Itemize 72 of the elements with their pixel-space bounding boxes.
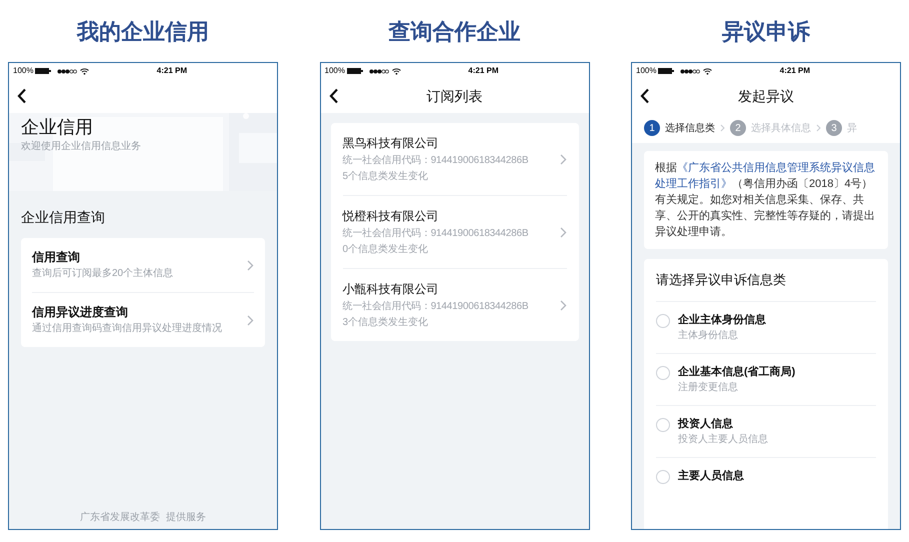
option-description: 注册变更信息 [678,380,739,394]
battery-percent: 100% [324,65,345,77]
battery-percent: 100% [636,65,656,77]
option-row[interactable]: 主要人员信息 [656,456,876,494]
option-description: 主体身份信息 [678,328,739,342]
battery-percent: 100% [13,65,34,77]
step-chevron-icon [720,124,725,132]
option-title: 投资人信息 [678,416,734,432]
menu-item-title: 信用异议进度查询 [32,304,129,321]
step-number: 3 [826,120,842,136]
signal-icon [57,68,78,74]
radio-button[interactable] [656,366,670,380]
credit-code: 统一社会信用代码：91441900618344286B [342,300,530,314]
section-title: 企业信用查询 [20,208,106,227]
wifi-icon [80,68,90,74]
credit-code: 统一社会信用代码：91441900618344286B [342,226,530,241]
battery-icon [35,68,52,74]
option-title: 企业基本信息(省工商局) [678,364,796,380]
change-count: 0个信息类发生变化 [342,242,430,257]
panel-heading: 我的企业信用 [77,18,209,46]
change-count: 5个信息类发生变化 [342,170,430,184]
radio-button[interactable] [656,470,670,484]
step-number: 1 [644,120,660,136]
panel-heading: 查询合作企业 [388,18,520,46]
chevron-right-icon [560,226,566,238]
step-label: 选择具体信息 [751,122,811,136]
option-row[interactable]: 企业基本信息(省工商局) 注册变更信息 [656,352,876,404]
chevron-right-icon [247,260,254,270]
step-chevron-icon [816,124,821,132]
status-time: 4:21 PM [468,65,498,77]
radio-button[interactable] [656,314,670,328]
company-name: 悦橙科技有限公司 [342,208,440,225]
change-count: 3个信息类发生变化 [342,316,430,330]
option-row[interactable]: 企业主体身份信息 主体身份信息 [656,302,876,352]
nav-title: 订阅列表 [426,86,482,106]
credit-code: 统一社会信用代码：91441900618344286B [342,154,530,168]
company-row[interactable]: 黑鸟科技有限公司 统一社会信用代码：91441900618344286B 5个信息类发生变化 [342,123,566,195]
wifi-icon [392,68,401,74]
menu-item-description: 通过信用查询码查询信用异议处理进度情况 [32,322,223,336]
option-title: 主要人员信息 [678,468,744,484]
chevron-right-icon [560,154,566,164]
company-row[interactable]: 悦橙科技有限公司 统一社会信用代码：91441900618344286B 0个信息类发生变化 [342,195,566,268]
menu-item-description: 查询后可订阅最多20个主体信息 [32,266,174,281]
company-name: 小甑科技有限公司 [342,281,440,298]
panel-heading: 异议申诉 [722,18,810,46]
status-time: 4:21 PM [156,65,187,77]
step-label: 选择信息类 [665,122,715,136]
company-row[interactable]: 小甑科技有限公司 统一社会信用代码：91441900618344286B 3个信息类发生变化 [342,268,566,341]
menu-item-title: 信用查询 [32,249,81,266]
option-description: 投资人主要人员信息 [678,432,768,446]
signal-icon [368,68,389,74]
options-title: 请选择异议申诉信息类 [656,259,876,302]
battery-icon [346,68,363,74]
footer-text: 广东省发展改革委 提供服务 [79,510,207,525]
notice-text: 根据《广东省公共信用信息管理系统异议信息处理工作指引》（粤信用办函〔2018〕4号）有关规定。如您对相关信息采集、保存、共享、公开的真实性、完整性等存疑的，请提出异议处理申请。 [655,160,876,240]
signal-icon [680,68,700,74]
menu-item[interactable]: 信用异议进度查询 通过信用查询码查询信用异议处理进度情况 [32,292,254,347]
status-time: 4:21 PM [780,65,810,77]
chevron-right-icon [560,300,566,310]
wifi-icon [703,68,712,74]
step-label: 异 [847,122,857,136]
company-name: 黑鸟科技有限公司 [342,135,440,152]
option-row[interactable]: 投资人信息 投资人主要人员信息 [656,404,876,456]
option-title: 企业主体身份信息 [678,312,766,328]
chevron-right-icon [247,314,254,326]
radio-button[interactable] [656,418,670,432]
menu-item[interactable]: 信用查询 查询后可订阅最多20个主体信息 [32,238,254,292]
step-number: 2 [730,120,746,136]
page-subtitle: 欢迎使用企业信用信息业务 [21,140,142,154]
battery-icon [658,68,674,74]
page-title: 企业信用 [21,116,94,139]
nav-title: 发起异议 [738,86,794,106]
